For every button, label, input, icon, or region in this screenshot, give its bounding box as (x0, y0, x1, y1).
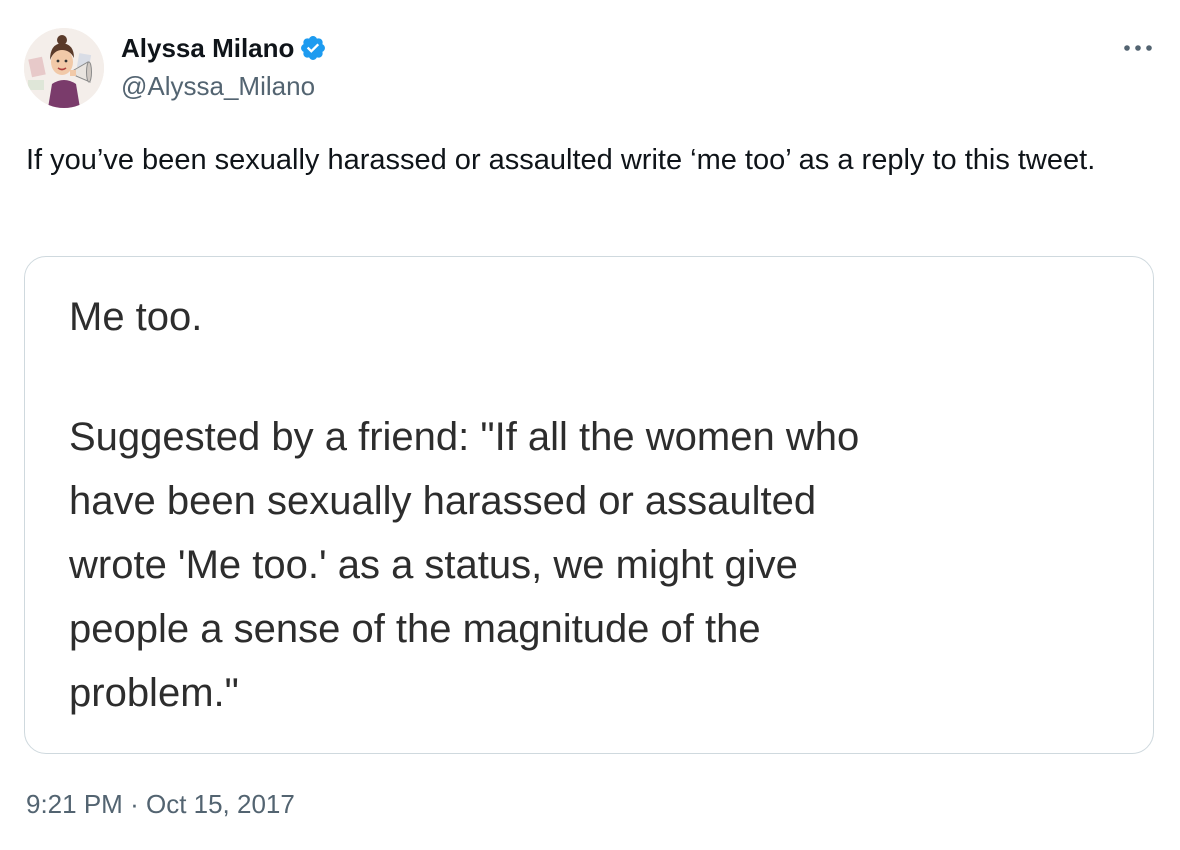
avatar[interactable] (24, 28, 104, 108)
tweet-card: Alyssa Milano @Alyssa_Milano If you’ve b… (0, 0, 1180, 850)
media-line: have been sexually harassed or assaulted (69, 479, 817, 523)
author-block: Alyssa Milano @Alyssa_Milano (121, 30, 327, 104)
timestamp-date[interactable]: Oct 15, 2017 (146, 789, 295, 819)
media-line: Me too. (69, 295, 203, 339)
display-name[interactable]: Alyssa Milano (121, 30, 294, 66)
handle[interactable]: @Alyssa_Milano (121, 68, 327, 104)
timestamp-separator: · (130, 789, 139, 819)
tweet-text: If you’ve been sexually harassed or assa… (26, 144, 1096, 176)
name-row: Alyssa Milano (121, 30, 327, 66)
timestamp: 9:21 PM · Oct 15, 2017 (26, 786, 295, 822)
media-line: problem." (69, 671, 239, 715)
more-horizontal-icon[interactable] (1118, 30, 1158, 66)
avatar-caricature-icon (24, 28, 104, 108)
media-image[interactable]: Me too. Suggested by a friend: "If all t… (24, 256, 1154, 754)
media-line: Suggested by a friend: "If all the women… (69, 415, 860, 459)
media-line: people a sense of the magnitude of the (69, 607, 761, 651)
media-text-block: Me too. Suggested by a friend: "If all t… (69, 285, 1109, 725)
timestamp-time[interactable]: 9:21 PM (26, 789, 123, 819)
media-gap (69, 349, 1109, 405)
verified-badge-icon[interactable] (299, 34, 327, 62)
media-line: wrote 'Me too.' as a status, we might gi… (69, 543, 798, 587)
